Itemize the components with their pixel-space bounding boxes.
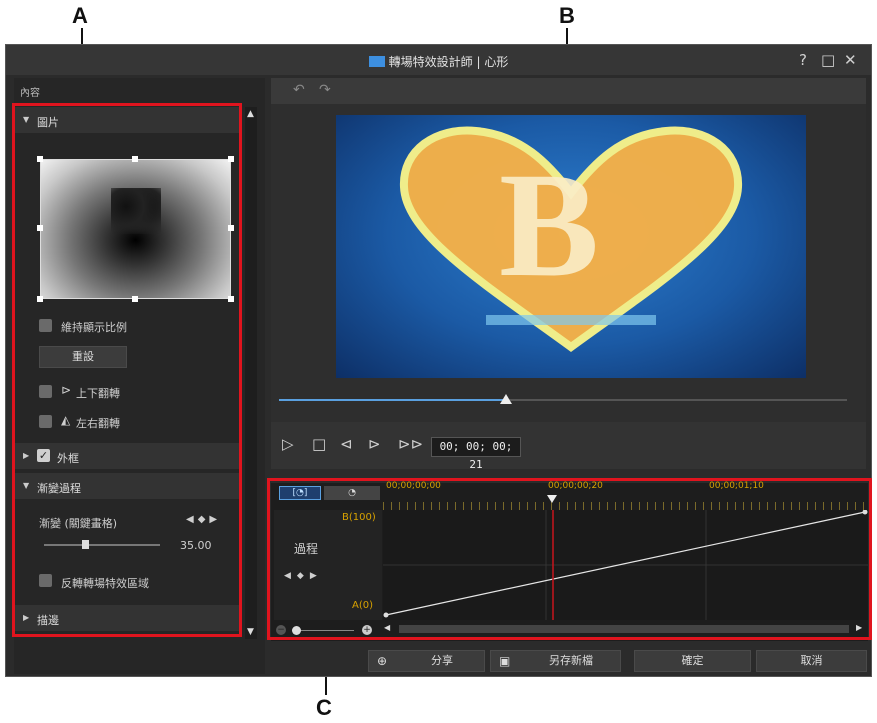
scrubber-fill [279,399,507,401]
cancel-button[interactable]: 取消 [756,650,867,672]
stop-icon[interactable]: □ [312,435,326,453]
highlight-a [12,103,242,637]
window-title: 轉場特效設計師 | 心形 [6,53,871,70]
help-button[interactable]: ? [799,51,807,69]
share-label: 分享 [431,654,453,667]
previous-frame-icon[interactable]: ⊲ [340,435,353,453]
properties-scrollbar[interactable]: ▲ ▼ [245,107,257,639]
scroll-up-icon[interactable]: ▲ [247,109,254,119]
redo-icon[interactable]: ↷ [319,82,331,98]
callout-a: A [72,3,88,28]
close-button[interactable]: ✕ [844,51,857,69]
preview-video: B [336,115,806,378]
next-frame-icon[interactable]: ⊳ [368,435,381,453]
save-icon: ▣ [499,654,511,668]
preview-letter: B [499,142,600,308]
maximize-button[interactable]: □ [821,51,835,69]
panel-header: 內容 [20,88,40,99]
app-logo-icon [368,56,385,67]
preview-toolbar: ↶ ↷ [271,78,866,104]
callout-c: C [316,695,332,720]
callout-b: B [559,3,575,28]
preview-scrubber[interactable] [279,394,847,404]
title-bar: 轉場特效設計師 | 心形 ? □ ✕ [6,45,871,75]
highlight-c [267,478,872,640]
window-title-text: 轉場特效設計師 | 心形 [388,55,509,69]
undo-icon[interactable]: ↶ [293,82,305,98]
ok-button[interactable]: 確定 [634,650,751,672]
save-as-button[interactable]: ▣ 另存新檔 [490,650,621,672]
playback-bar [271,422,866,469]
share-icon: ⊕ [377,654,388,668]
share-button[interactable]: ⊕ 分享 [368,650,485,672]
play-icon[interactable]: ▷ [282,435,294,453]
scrubber-thumb[interactable] [500,394,513,404]
scroll-down-icon[interactable]: ▼ [247,627,254,637]
save-as-label: 另存新檔 [549,654,593,667]
timecode-display: 00; 00; 00; 21 [431,437,521,471]
fast-forward-icon[interactable]: ⊳⊳ [398,435,423,453]
